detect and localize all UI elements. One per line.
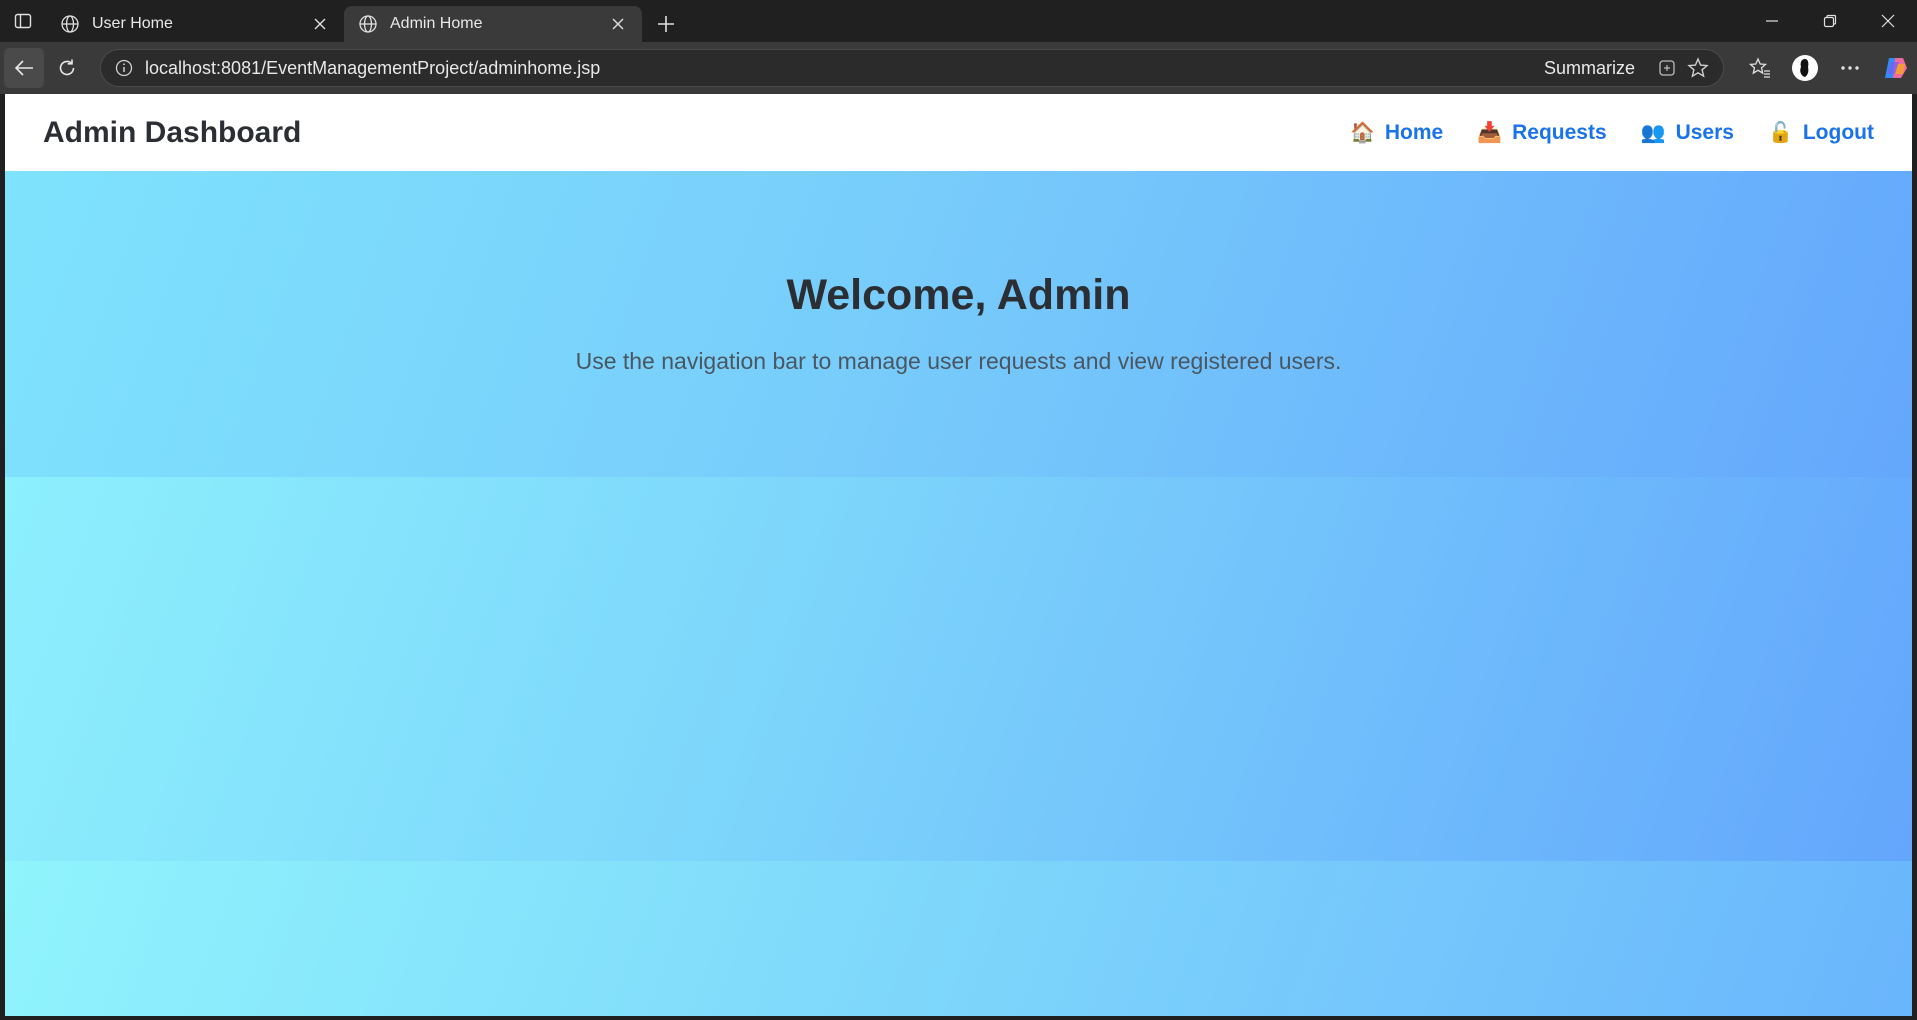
users-icon: 👥 [1640, 122, 1666, 144]
nav-links: 🏠 Home 📥 Requests 👥 Users 🔓 Logout [1316, 120, 1874, 145]
tab-title: User Home [92, 15, 173, 32]
toolbar-icons [1737, 42, 1917, 94]
browser-tab-admin-home[interactable]: Admin Home [344, 6, 642, 42]
globe-icon [60, 14, 80, 34]
nav-link-label: Logout [1802, 120, 1874, 144]
favorites-icon[interactable] [1737, 46, 1782, 90]
background-band-bottom [5, 861, 1912, 1016]
window-controls [1743, 0, 1917, 42]
globe-icon [358, 14, 378, 34]
browser-tab-bar: User Home Admin Home [0, 0, 1917, 42]
url-text[interactable]: localhost:8081/EventManagementProject/ad… [145, 58, 1544, 79]
close-tab-icon[interactable] [310, 14, 330, 34]
inbox-tray-icon: 📥 [1477, 122, 1503, 144]
nav-link-requests[interactable]: 📥 Requests [1477, 120, 1606, 145]
browser-toolbar: localhost:8081/EventManagementProject/ad… [0, 42, 1917, 94]
tab-title: Admin Home [390, 15, 483, 32]
minimize-icon[interactable] [1743, 0, 1801, 42]
page-viewport: Admin Dashboard 🏠 Home 📥 Requests 👥 User… [5, 94, 1912, 1016]
nav-link-label: Requests [1512, 120, 1607, 144]
close-tab-icon[interactable] [608, 14, 628, 34]
profile-avatar-icon[interactable] [1782, 46, 1827, 90]
copilot-icon[interactable] [1872, 46, 1917, 90]
more-options-icon[interactable] [1827, 46, 1872, 90]
welcome-hero: Welcome, Admin Use the navigation bar to… [5, 171, 1912, 477]
address-bar[interactable]: localhost:8081/EventManagementProject/ad… [100, 49, 1724, 87]
welcome-subtitle: Use the navigation bar to manage user re… [575, 348, 1342, 374]
restore-icon[interactable] [1801, 0, 1859, 42]
nav-link-label: Users [1675, 120, 1734, 144]
nav-link-logout[interactable]: 🔓 Logout [1768, 120, 1874, 145]
nav-link-users[interactable]: 👥 Users [1641, 120, 1734, 145]
back-arrow-icon[interactable] [4, 48, 44, 88]
site-info-icon[interactable] [115, 59, 133, 77]
unlock-icon: 🔓 [1767, 122, 1793, 144]
favorite-star-icon[interactable] [1687, 57, 1709, 79]
browser-tab-user-home[interactable]: User Home [46, 6, 344, 42]
welcome-heading: Welcome, Admin [786, 271, 1131, 319]
sidebar-toggle-icon[interactable] [0, 0, 46, 42]
admin-navbar: Admin Dashboard 🏠 Home 📥 Requests 👥 User… [5, 94, 1912, 171]
brand-title: Admin Dashboard [43, 115, 302, 149]
close-window-icon[interactable] [1859, 0, 1917, 42]
copilot-summarize-icon[interactable] [1657, 58, 1677, 78]
new-tab-icon[interactable] [646, 6, 686, 42]
house-icon: 🏠 [1349, 122, 1375, 144]
refresh-icon[interactable] [44, 46, 90, 90]
nav-link-label: Home [1384, 120, 1444, 144]
background-band [5, 477, 1912, 861]
summarize-button[interactable]: Summarize [1544, 58, 1635, 79]
nav-link-home[interactable]: 🏠 Home [1350, 120, 1443, 145]
